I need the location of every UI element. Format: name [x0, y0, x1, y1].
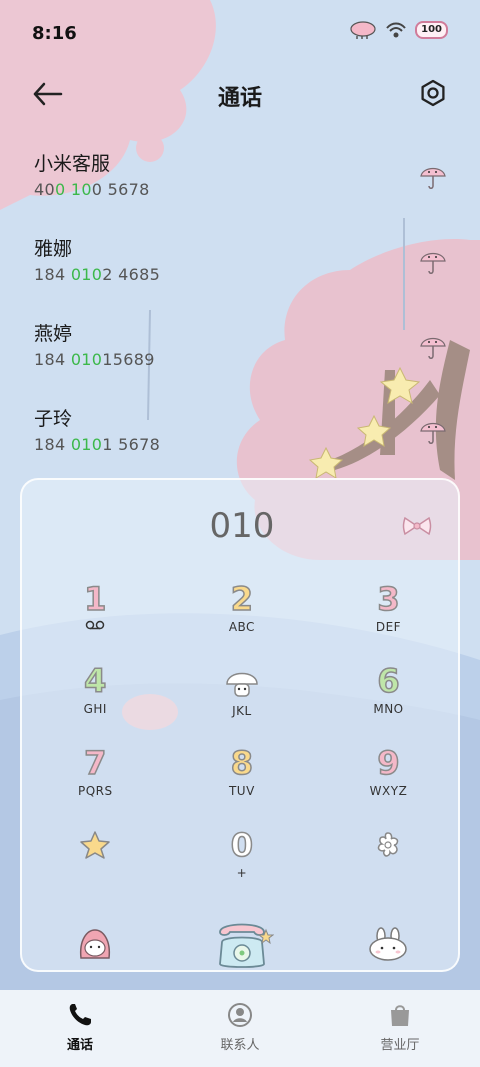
voicemail-icon — [86, 620, 105, 630]
menu-button[interactable] — [22, 916, 169, 972]
contact-number: 184 0102 4685 — [34, 265, 161, 284]
contact-suggestions: 小米客服 400 100 5678 雅娜 184 0102 4685 燕婷 18… — [0, 140, 480, 480]
contact-number: 184 0101 5678 — [34, 435, 161, 454]
signal-cloud-icon — [350, 21, 376, 39]
wifi-icon — [386, 22, 406, 38]
key-0[interactable]: 0 + — [169, 825, 316, 908]
header: 通话 — [0, 66, 480, 122]
key-3[interactable]: 3 DEF — [315, 579, 462, 662]
call-button[interactable] — [169, 916, 316, 972]
bear-hood-icon — [80, 929, 111, 959]
contact-number: 400 100 5678 — [34, 180, 150, 199]
key-7[interactable]: 7 PQRS — [22, 743, 169, 826]
key-8[interactable]: 8 TUV — [169, 743, 316, 826]
battery-indicator: 100 — [415, 21, 448, 39]
key-letters: + — [236, 866, 248, 880]
key-digit: 0 — [230, 825, 254, 865]
shopping-bag-icon — [391, 1005, 409, 1026]
dialed-number[interactable]: 010 — [22, 506, 462, 546]
tab-contacts[interactable]: 联系人 — [160, 990, 320, 1067]
contact-item[interactable]: 燕婷 184 01015689 — [0, 310, 480, 395]
key-digit: 9 — [377, 743, 401, 783]
umbrella-call-icon[interactable] — [418, 162, 448, 192]
contact-name: 子玲 — [34, 408, 73, 430]
key-2[interactable]: 2 ABC — [169, 579, 316, 662]
bow-icon[interactable] — [402, 514, 432, 538]
hide-dialpad-button[interactable] — [315, 916, 462, 972]
key-digit: 7 — [83, 743, 107, 783]
key-letters: TUV — [228, 784, 255, 798]
key-6[interactable]: 6 MNO — [315, 661, 462, 744]
bunny-icon — [369, 927, 408, 961]
flower-icon — [378, 832, 399, 857]
key-digit: 6 — [377, 661, 401, 701]
contact-item[interactable]: 雅娜 184 0102 4685 — [0, 225, 480, 310]
key-5[interactable]: JKL — [169, 662, 316, 744]
key-1[interactable]: 1 — [22, 579, 169, 662]
key-letters: DEF — [375, 620, 402, 634]
key-digit: 1 — [83, 579, 107, 619]
star-icon — [80, 831, 111, 859]
key-digit: 2 — [230, 579, 254, 619]
key-letters: GHI — [83, 702, 107, 716]
key-digit: 8 — [230, 743, 254, 783]
tab-calls[interactable]: 通话 — [0, 990, 160, 1067]
status-time: 8:16 — [32, 23, 77, 44]
phone-icon — [218, 923, 274, 968]
key-letters: WXYZ — [369, 784, 408, 798]
person-icon — [228, 1003, 252, 1027]
keypad: 1 2 ABC 3 DEF 4 GHI JKL 6 MNO 7 PQRS 8 T… — [22, 579, 462, 908]
key-letters: PQRS — [77, 784, 113, 798]
key-letters: ABC — [228, 620, 255, 634]
contact-item[interactable]: 小米客服 400 100 5678 — [0, 140, 480, 225]
contact-name: 雅娜 — [34, 238, 73, 260]
bottom-tab-bar: 通话 联系人 营业厅 — [0, 990, 480, 1067]
page-title: 通话 — [217, 86, 262, 111]
key-digit: 3 — [377, 579, 401, 619]
tab-label: 联系人 — [220, 1038, 260, 1053]
mushroom-icon — [226, 672, 258, 697]
gear-icon — [421, 79, 445, 107]
contact-item[interactable]: 子玲 184 0101 5678 — [0, 395, 480, 480]
tab-store[interactable]: 营业厅 — [320, 990, 480, 1067]
key-4[interactable]: 4 GHI — [22, 661, 169, 744]
key-9[interactable]: 9 WXYZ — [315, 743, 462, 826]
key-letters: JKL — [232, 704, 252, 718]
umbrella-call-icon[interactable] — [418, 247, 448, 277]
umbrella-call-icon[interactable] — [418, 332, 448, 362]
key-digit: 4 — [83, 661, 107, 701]
tab-label: 通话 — [66, 1038, 93, 1053]
contact-name: 小米客服 — [34, 153, 111, 175]
dialpad-panel: 010 1 2 ABC 3 DEF 4 GHI JKL 6 MNO 7 PQRS… — [20, 478, 460, 972]
phone-handset-icon — [69, 1004, 91, 1026]
umbrella-call-icon[interactable] — [418, 417, 448, 447]
tab-label: 营业厅 — [380, 1038, 420, 1053]
key-hash[interactable] — [315, 826, 462, 908]
status-bar: 8:16 100 — [0, 0, 480, 66]
dialpad-actions — [22, 916, 462, 972]
key-letters: MNO — [373, 702, 404, 716]
contact-number: 184 01015689 — [34, 350, 155, 369]
contact-name: 燕婷 — [34, 323, 73, 345]
status-icons: 100 — [349, 20, 448, 40]
settings-button[interactable] — [418, 78, 448, 108]
key-star[interactable] — [22, 826, 169, 908]
